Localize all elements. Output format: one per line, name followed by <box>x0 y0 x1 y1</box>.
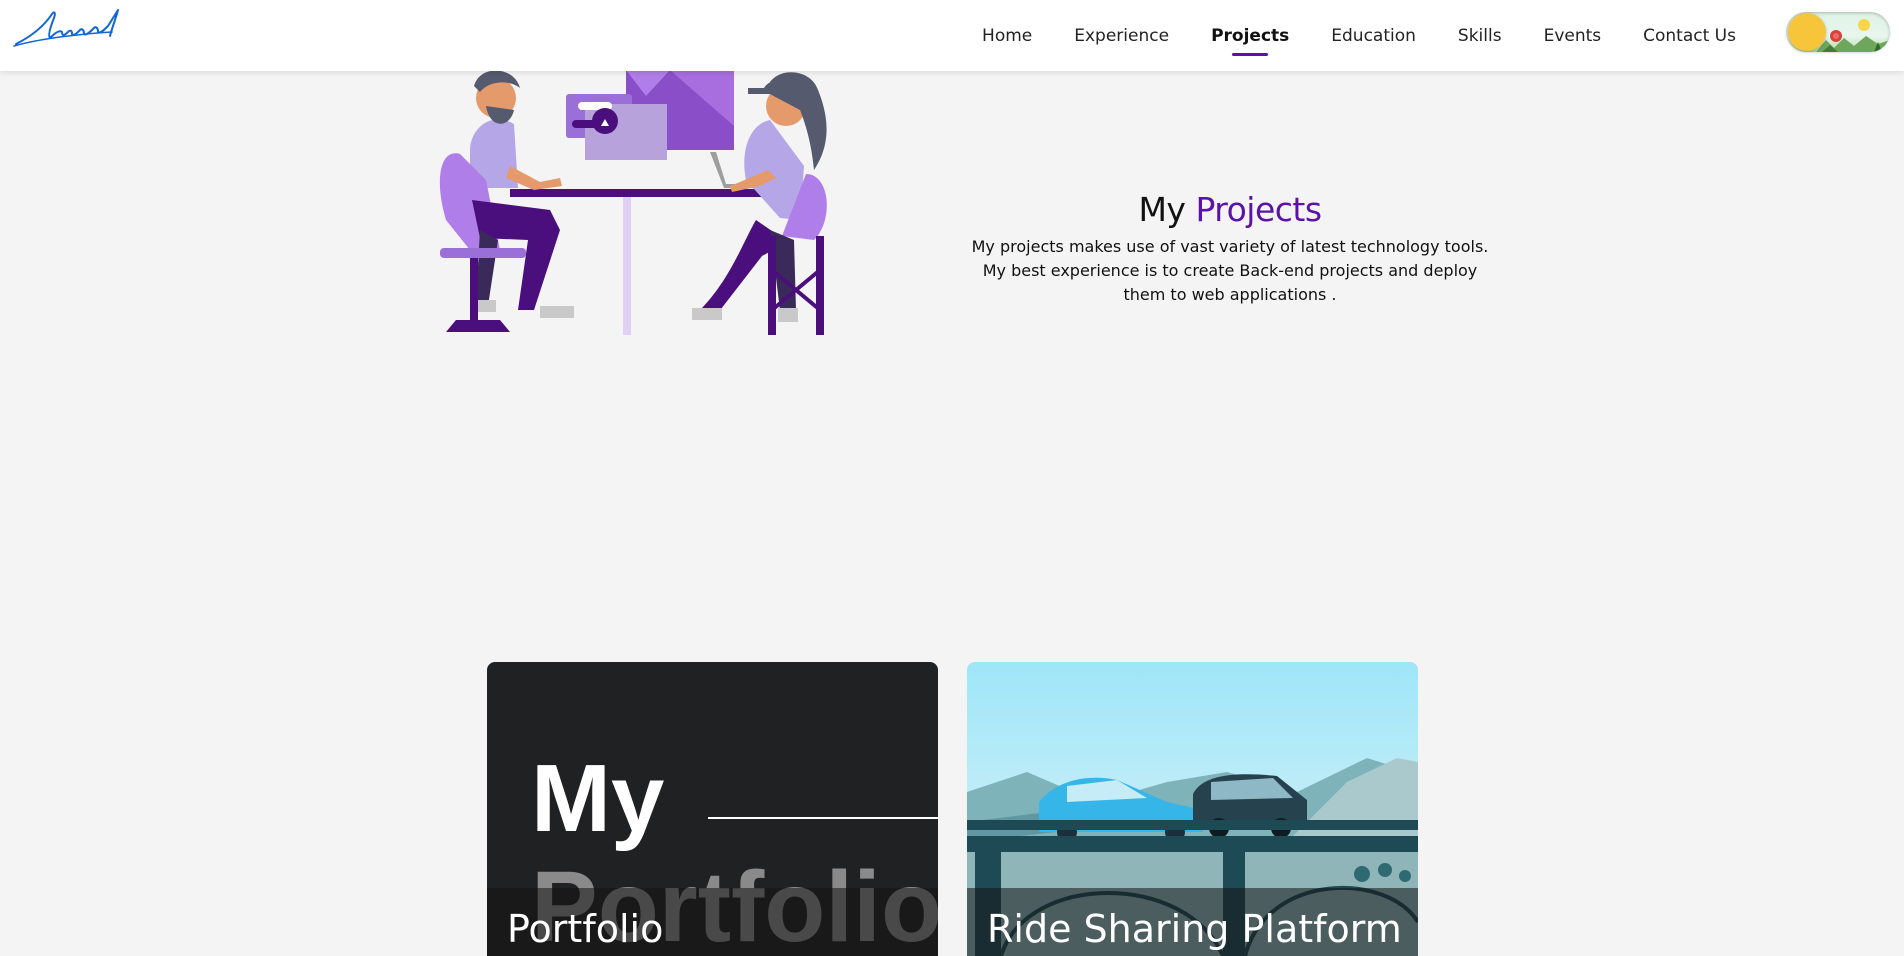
nav-item-experience[interactable]: Experience <box>1074 26 1169 46</box>
hero-description: My projects makes use of vast variety of… <box>971 237 1489 304</box>
hero-section: My Projects My projects makes use of vas… <box>960 190 1500 307</box>
nav-item-education[interactable]: Education <box>1331 26 1416 46</box>
nav-item-contact-us[interactable]: Contact Us <box>1643 26 1736 46</box>
project-card-title[interactable]: Portfolio <box>507 902 663 956</box>
project-card-portfolio[interactable]: My Portfolio Portfolio <box>487 662 938 956</box>
navbar: Home Experience Projects Education Skill… <box>0 0 1904 71</box>
nav-item-events[interactable]: Events <box>1544 26 1602 46</box>
nav-item-projects[interactable]: Projects <box>1211 26 1289 46</box>
project-cards: My Portfolio Portfolio <box>487 662 1418 956</box>
people-working-at-desk-illustration <box>439 70 827 335</box>
portfolio-art-my: My <box>531 745 665 852</box>
project-card-title[interactable]: Ride Sharing Platform <box>987 902 1402 956</box>
nav-item-home[interactable]: Home <box>982 26 1032 46</box>
title-accent: Projects <box>1195 190 1322 229</box>
nav-links: Home Experience Projects Education Skill… <box>940 0 1736 71</box>
nav-item-skills[interactable]: Skills <box>1458 26 1502 46</box>
theme-toggle[interactable] <box>1786 12 1890 52</box>
title-prefix: My <box>1138 190 1186 229</box>
signature-logo-icon[interactable] <box>12 8 124 48</box>
portfolio-art-divider <box>708 817 938 819</box>
page-title: My Projects <box>960 190 1500 229</box>
project-card-ride-sharing[interactable]: Ride Sharing Platform <box>967 662 1418 956</box>
toggle-knob[interactable] <box>1788 13 1826 51</box>
